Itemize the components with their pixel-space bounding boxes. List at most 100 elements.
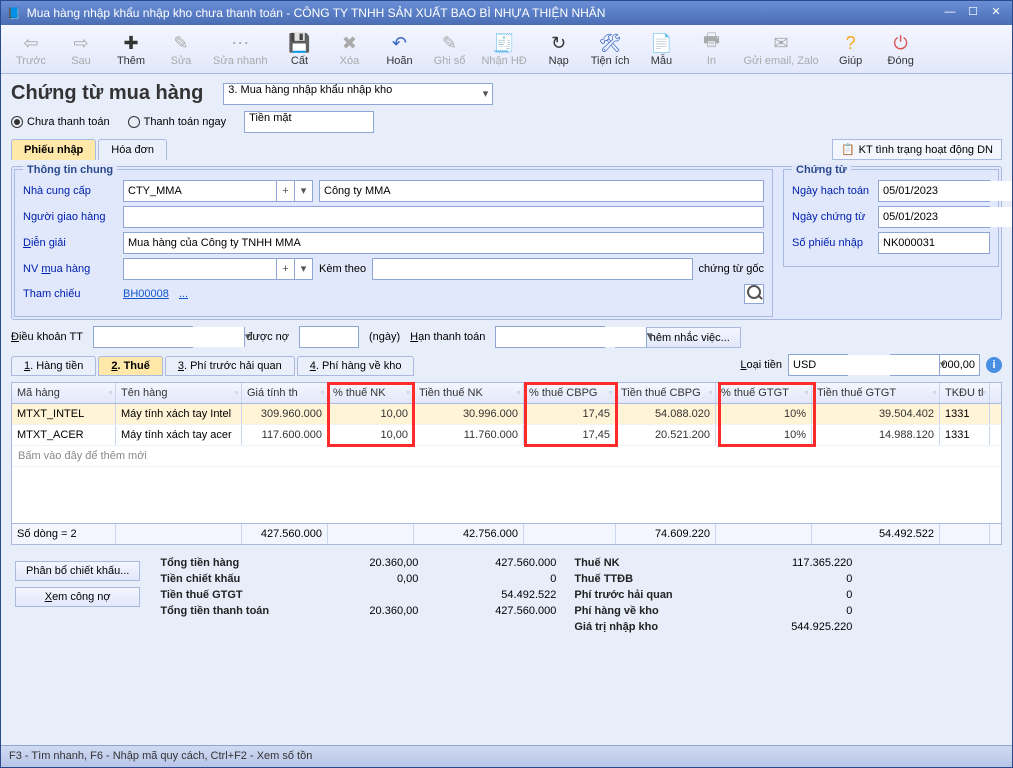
- minimize-button[interactable]: —: [940, 5, 960, 21]
- ref-search-button[interactable]: [744, 284, 764, 304]
- tab-hoa-don[interactable]: Hóa đơn: [98, 139, 167, 160]
- add-row-hint[interactable]: Bấm vào đây để thêm mới: [12, 446, 1001, 467]
- toolbar-icon: ⇨: [73, 31, 88, 55]
- lbl-tong-thanh-toan: Tổng tiền thanh toán: [160, 605, 300, 617]
- col-ma-hang[interactable]: Mã hàng: [12, 383, 116, 403]
- col-gia-tinh-thue[interactable]: Giá tính th: [242, 383, 328, 403]
- toolbar-icon: 📄: [650, 31, 672, 55]
- kem-theo-input[interactable]: [372, 258, 692, 280]
- toolbar-icon: ✎: [442, 31, 457, 55]
- doc-no-input[interactable]: [878, 232, 990, 254]
- col-tien-thue-nk[interactable]: Tiền thuế NK: [414, 383, 524, 403]
- app-icon: 📘: [7, 7, 21, 20]
- maximize-button[interactable]: ☐: [963, 5, 983, 21]
- lbl-tien-thue-gtgt: Tiền thuế GTGT: [160, 589, 300, 601]
- ref-link[interactable]: BH00008: [123, 288, 169, 300]
- col-pct-thue-nk[interactable]: % thuế NK: [328, 383, 414, 403]
- doc-date-label: Ngày chứng từ: [792, 211, 872, 223]
- toolbar-icon: ?: [846, 31, 856, 55]
- toolbar-giúp[interactable]: ?Giúp: [829, 29, 873, 69]
- lbl-tien-chiet-khau: Tiền chiết khấu: [160, 573, 300, 585]
- toolbar-icon: ⋯: [231, 31, 249, 55]
- toolbar-nạp[interactable]: ↻Nạp: [537, 29, 581, 69]
- doc-date-input[interactable]: ▾: [878, 206, 990, 228]
- toolbar-trước: ⇦Trước: [9, 29, 53, 69]
- titlebar: 📘 Mua hàng nhập khẩu nhập kho chưa thanh…: [1, 1, 1012, 25]
- toolbar-icon: 🖶: [703, 31, 720, 55]
- info-icon[interactable]: i: [986, 357, 1002, 373]
- toolbar-icon: 🧾: [493, 31, 515, 55]
- supplier-label: Nhà cung cấp: [23, 185, 117, 197]
- subtab-hang-tien[interactable]: 1. Hàng tiền: [11, 356, 96, 376]
- ref-label: Tham chiếu: [23, 288, 117, 300]
- col-tkdu[interactable]: TKĐU tl: [940, 383, 990, 403]
- toolbar-cất[interactable]: 💾Cất: [277, 29, 321, 69]
- lbl-thue-ttdb: Thuế TTĐB: [574, 573, 714, 585]
- supplier-combo[interactable]: +▾: [123, 180, 313, 202]
- toolbar-icon: ✉: [774, 31, 789, 55]
- toolbar-thêm[interactable]: ✚Thêm: [109, 29, 153, 69]
- emp-combo[interactable]: +▾: [123, 258, 313, 280]
- lbl-phi-truoc-hq: Phí trước hải quan: [574, 589, 714, 601]
- subtab-phi-truoc[interactable]: 3. Phí trước hải quan: [165, 356, 295, 376]
- col-tien-thue-cbpg[interactable]: Tiền thuế CBPG: [616, 383, 716, 403]
- close-button[interactable]: ✕: [986, 5, 1006, 21]
- subtab-phi-ve[interactable]: 4. Phí hàng về kho: [297, 356, 415, 376]
- general-legend: Thông tin chung: [23, 164, 117, 176]
- currency-combo[interactable]: ▾: [788, 354, 848, 376]
- desc-input[interactable]: [123, 232, 764, 254]
- toolbar-icon: ⏻: [894, 31, 908, 55]
- toolbar-icon: ↻: [551, 31, 566, 55]
- terms-dk-combo[interactable]: ▾: [93, 326, 193, 348]
- toolbar-sửa: ✎Sửa: [159, 29, 203, 69]
- toolbar-hoãn[interactable]: ↶Hoãn: [377, 29, 421, 69]
- col-pct-thue-cbpg[interactable]: % thuế CBPG: [524, 383, 616, 403]
- toolbar-icon: 🛠: [599, 31, 622, 55]
- check-status-button[interactable]: 📋 KT tình trạng hoạt động DN: [832, 139, 1002, 160]
- toolbar-in: 🖶In: [689, 29, 733, 69]
- toolbar-nhận-hđ: 🧾Nhận HĐ: [477, 29, 530, 69]
- supplier-name-input[interactable]: [319, 180, 764, 202]
- window-title: Mua hàng nhập khẩu nhập kho chưa thanh t…: [27, 6, 937, 20]
- kem-theo-label: Kèm theo: [319, 263, 366, 275]
- page-title: Chứng từ mua hàng: [11, 82, 203, 105]
- toolbar-icon: ↶: [392, 31, 407, 55]
- radio-unpaid[interactable]: Chưa thanh toán: [11, 116, 110, 128]
- xem-cong-no-button[interactable]: Xem công nợ: [15, 587, 140, 607]
- toolbar-icon: ✚: [123, 31, 138, 55]
- terms-days-input[interactable]: [299, 326, 359, 348]
- toolbar-ghi-sổ: ✎Ghi sổ: [427, 29, 471, 69]
- toolbar-gửi-email--zalo: ✉Gửi email, Zalo: [739, 29, 822, 69]
- toolbar-tiện-ích[interactable]: 🛠Tiện ích: [587, 29, 634, 69]
- col-pct-thue-gtgt[interactable]: % thuế GTGT: [716, 383, 812, 403]
- deliverer-input[interactable]: [123, 206, 764, 228]
- col-tien-thue-gtgt[interactable]: Tiền thuế GTGT: [812, 383, 940, 403]
- desc-label: Diễn giải: [23, 237, 117, 249]
- toolbar-đóng[interactable]: ⏻Đóng: [879, 29, 923, 69]
- toolbar-sửa-nhanh: ⋯Sửa nhanh: [209, 29, 271, 69]
- toolbar-icon: 💾: [288, 31, 310, 55]
- emp-label: NV mua hàng: [23, 263, 117, 275]
- orig-doc-label: chứng từ gốc: [699, 263, 764, 275]
- grid-header: Mã hàng Tên hàng Giá tính th % thuế NK T…: [12, 383, 1001, 404]
- acc-date-input[interactable]: 🕘▾: [878, 180, 990, 202]
- subtab-thue[interactable]: 2. Thuế: [98, 356, 163, 376]
- table-row[interactable]: MTXT_INTELMáy tính xách tay Intel309.960…: [12, 404, 1001, 425]
- docinfo-legend: Chứng từ: [792, 164, 851, 176]
- pay-method-select[interactable]: Tiền mặt: [244, 111, 374, 133]
- tab-phieu-nhap[interactable]: Phiếu nhập: [11, 139, 96, 160]
- currency-label: Loại tiền: [740, 359, 782, 371]
- terms-due-combo[interactable]: ▾: [495, 326, 605, 348]
- toolbar-sau: ⇨Sau: [59, 29, 103, 69]
- radio-paynow[interactable]: Thanh toán ngay: [128, 116, 227, 128]
- main-toolbar: ⇦Trước⇨Sau✚Thêm✎Sửa⋯Sửa nhanh💾Cất✖Xóa↶Ho…: [1, 25, 1012, 74]
- doc-type-select[interactable]: 3. Mua hàng nhập khẩu nhập kho: [223, 83, 493, 105]
- terms-due-label: Hạn thanh toán: [410, 331, 485, 343]
- check-icon: 📋: [841, 143, 855, 156]
- phan-bo-button[interactable]: Phân bổ chiết khấu...: [15, 561, 140, 581]
- col-ten-hang[interactable]: Tên hàng: [116, 383, 242, 403]
- table-row[interactable]: MTXT_ACERMáy tính xách tay acer117.600.0…: [12, 425, 1001, 446]
- toolbar-mẫu[interactable]: 📄Mẫu: [639, 29, 683, 69]
- lbl-gia-tri-nhap-kho: Giá trị nhập kho: [574, 621, 714, 633]
- ref-more[interactable]: ...: [179, 288, 188, 300]
